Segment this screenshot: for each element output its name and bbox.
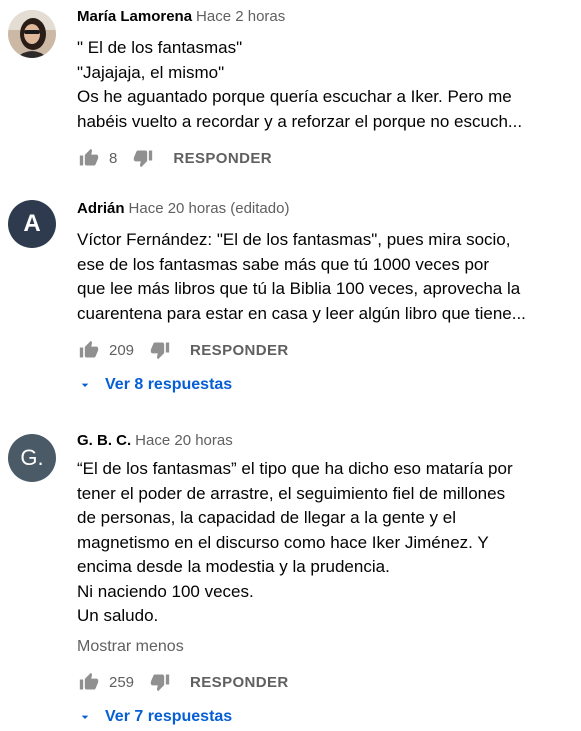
avatar-letter: G. — [20, 445, 44, 470]
reply-button[interactable]: RESPONDER — [190, 674, 289, 691]
author-name[interactable]: María Lamorena — [77, 8, 192, 25]
comment-line: Víctor Fernández: "El de los fantasmas",… — [77, 230, 511, 249]
comment-line: “El de los fantasmas” el tipo que ha dic… — [77, 459, 513, 478]
comment-time[interactable]: Hace 2 horas — [196, 8, 285, 25]
comment-line: Os he aguantado porque quería escuchar a… — [77, 87, 512, 106]
comment-line: Un saludo. — [77, 606, 159, 625]
view-replies-button[interactable]: Ver 8 respuestas — [77, 376, 232, 394]
author-name[interactable]: G. B. C. — [77, 432, 131, 449]
comment-actions: 8 RESPONDER — [77, 146, 272, 170]
avatar[interactable]: A — [8, 200, 56, 248]
thumb-up-icon[interactable] — [77, 146, 101, 170]
reply-button[interactable]: RESPONDER — [173, 150, 272, 167]
comment-line: magnetismo en el discurso como hace Iker… — [77, 532, 489, 552]
chevron-down-icon — [77, 377, 93, 393]
comment-header: Adrián Hace 20 horas (editado) — [77, 199, 289, 219]
comment-line: " El de los fantasmas" — [77, 38, 243, 57]
comment-time[interactable]: Hace 20 horas (editado) — [129, 200, 290, 217]
show-less-button[interactable]: Mostrar menos — [77, 638, 184, 656]
comment-actions: 259 RESPONDER — [77, 670, 289, 694]
thumb-down-icon[interactable] — [148, 670, 172, 694]
comment-actions: 209 RESPONDER — [77, 338, 289, 362]
comment-header: G. B. C. Hace 20 horas — [77, 431, 233, 451]
avatar[interactable] — [8, 10, 56, 58]
comment-text: Víctor Fernández: "El de los fantasmas",… — [77, 228, 547, 326]
thumb-up-icon[interactable] — [77, 338, 101, 362]
comment-line: tener el poder de arrastre, el seguimien… — [77, 483, 506, 503]
view-replies-button[interactable]: Ver 7 respuestas — [77, 708, 232, 726]
comment-line: habéis vuelto a recordar y a reforzar el… — [77, 111, 523, 131]
thumb-down-icon[interactable] — [148, 338, 172, 362]
comment-line: cuarentena para estar en casa y leer alg… — [77, 303, 526, 323]
comment-text: " El de los fantasmas" "Jajajaja, el mis… — [77, 36, 547, 134]
comment-line: encima desde la modestia y la prudencia. — [77, 557, 390, 576]
comment-line: "Jajajaja, el mismo" — [77, 62, 225, 82]
avatar-letter: A — [23, 210, 41, 237]
comment-time[interactable]: Hace 20 horas — [135, 432, 233, 449]
thumb-up-icon[interactable] — [77, 670, 101, 694]
view-replies-label: Ver 8 respuestas — [105, 376, 233, 393]
like-count: 8 — [109, 149, 118, 167]
view-replies-label: Ver 7 respuestas — [105, 708, 233, 725]
comment-text: “El de los fantasmas” el tipo que ha dic… — [77, 457, 547, 629]
chevron-down-icon — [77, 709, 93, 725]
comment-line: que lee más libros que tú la Biblia 100 … — [77, 279, 521, 298]
comment-line: Ni naciendo 100 veces. — [77, 581, 254, 601]
author-name[interactable]: Adrián — [77, 200, 125, 217]
like-count: 209 — [109, 341, 135, 359]
comment-header: María Lamorena Hace 2 horas — [77, 7, 285, 27]
reply-button[interactable]: RESPONDER — [190, 342, 289, 359]
comment-line: de personas, la capacidad de llegar a la… — [77, 508, 456, 527]
avatar[interactable]: G. — [8, 434, 56, 482]
like-count: 259 — [109, 673, 135, 691]
thumb-down-icon[interactable] — [131, 146, 155, 170]
comment-line: ese de los fantasmas sabe más que tú 100… — [77, 254, 490, 274]
